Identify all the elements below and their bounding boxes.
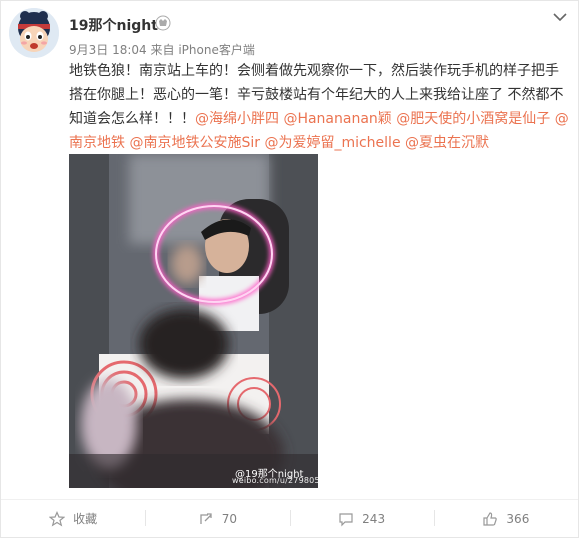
star-icon [49,510,66,527]
post-meta: 9月3日 18:04 来自 iPhone客户端 [69,41,255,58]
weibo-card: 19那个night 9月3日 18:04 来自 iPhone客户端 地铁色狼！南… [0,0,579,538]
like-button[interactable]: 366 [433,500,578,537]
chevron-down-icon[interactable] [552,11,568,23]
mention-link[interactable]: @Hanananan颖 [283,111,391,127]
comment-count: 243 [362,511,386,526]
subway-photo [69,154,318,488]
thumbs-up-icon [483,511,498,526]
mention-link[interactable]: @海绵小胖四 [195,111,279,127]
mention-link[interactable]: @为爱婷留_michelle [264,135,400,151]
mention-link[interactable]: @南京地铁公安施Sir [129,135,260,151]
avatar[interactable] [9,8,59,58]
comment-icon [339,512,353,526]
mention-link[interactable]: @夏虫在沉默 [405,135,489,151]
post-content: 地铁色狼！南京站上车的！会侧着做先观察你一下，然后装作玩手机的样子把手搭在你腿上… [69,59,569,155]
forward-icon [200,512,212,524]
comment-button[interactable]: 243 [289,500,434,537]
forward-button[interactable]: 70 [145,500,289,537]
vip-badge-icon[interactable] [155,15,171,31]
action-bar: 收藏 70 243 366 [1,500,578,537]
like-count: 366 [506,511,530,526]
mention-link[interactable]: @肥天使的小酒窝是仙子 [396,111,550,127]
post-source[interactable]: 来自 iPhone客户端 [151,43,255,57]
watermark-url: weibo.com/u/2798056587 [232,476,318,485]
favorite-label: 收藏 [73,512,98,526]
post-photo[interactable]: @19那个night weibo.com/u/2798056587 [69,154,318,488]
cartoon-avatar-icon [9,8,59,58]
forward-count: 70 [221,511,238,526]
post-time[interactable]: 9月3日 18:04 [69,43,147,57]
username[interactable]: 19那个night [69,15,158,35]
favorite-button[interactable]: 收藏 [1,500,145,537]
